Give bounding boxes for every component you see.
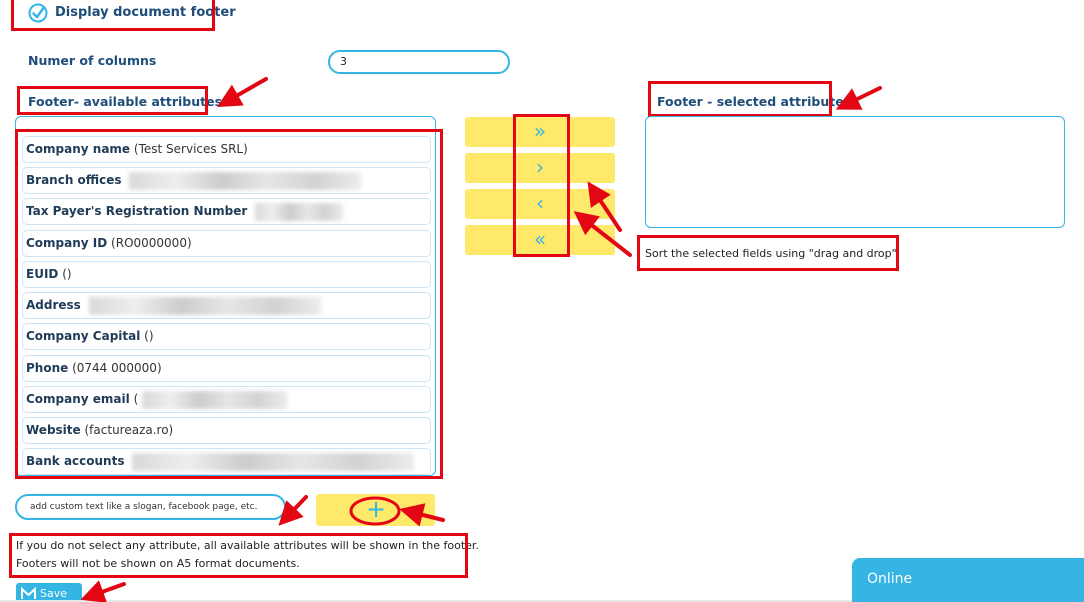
online-chat-widget[interactable]: Online bbox=[852, 558, 1084, 602]
arrow-to-available-title bbox=[217, 77, 268, 107]
annotation-box-sort-note bbox=[637, 235, 899, 271]
save-button-label: Save bbox=[40, 587, 68, 600]
annotation-circle-plus bbox=[349, 496, 401, 526]
annotation-box-available-title bbox=[17, 86, 208, 115]
annotation-box-available-list bbox=[15, 129, 443, 479]
arrow-to-custom-input bbox=[278, 495, 308, 526]
custom-text-input[interactable]: add custom text like a slogan, facebook … bbox=[15, 494, 286, 520]
annotation-box-info bbox=[9, 533, 468, 578]
annotation-box-selected-title bbox=[648, 81, 832, 117]
columns-input[interactable]: 3 bbox=[328, 50, 510, 74]
save-icon bbox=[21, 586, 36, 599]
selected-attributes-list[interactable] bbox=[645, 116, 1065, 228]
annotation-box-footer-toggle bbox=[11, 0, 215, 31]
columns-label: Numer of columns bbox=[28, 53, 157, 68]
annotation-box-move-buttons bbox=[513, 114, 570, 257]
arrow-to-save-button bbox=[80, 580, 126, 602]
